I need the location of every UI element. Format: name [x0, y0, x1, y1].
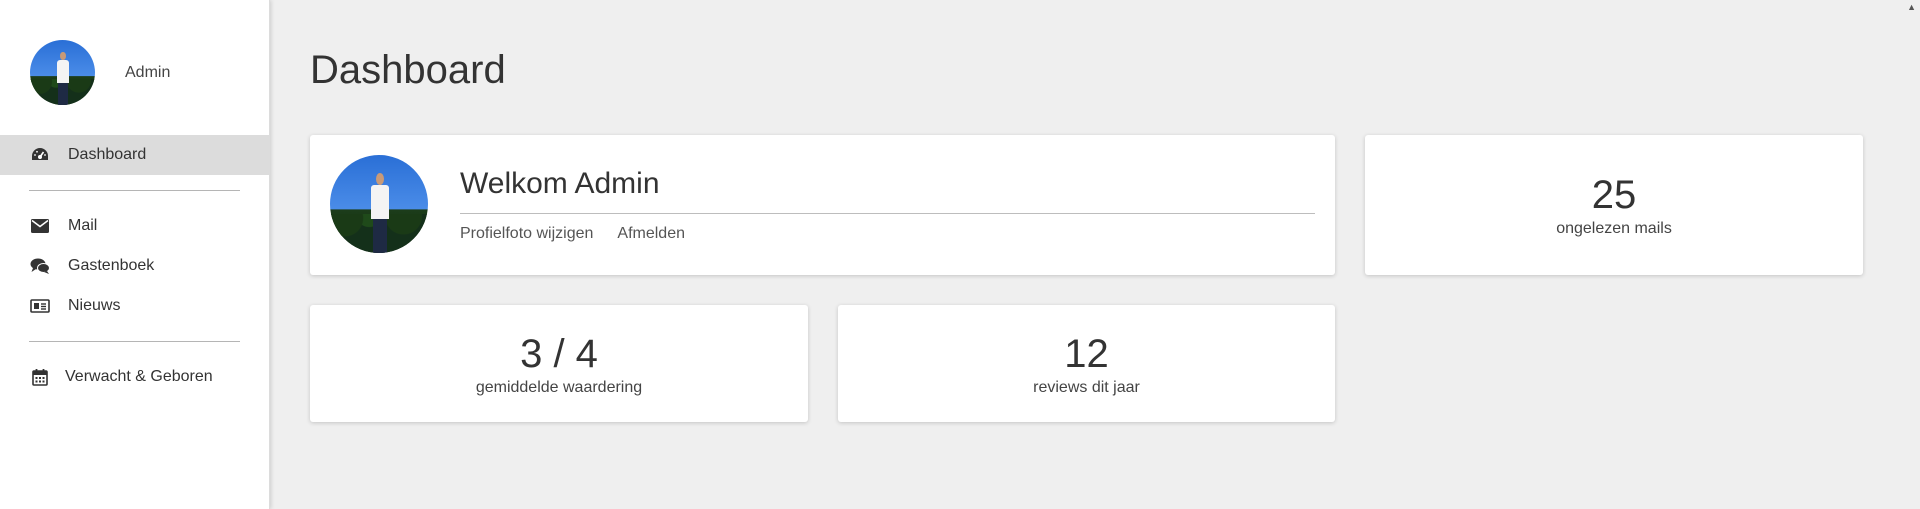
sidebar-item-nieuws[interactable]: Nieuws — [0, 286, 270, 326]
sidebar-divider — [29, 190, 240, 191]
sidebar-item-label: Dashboard — [68, 146, 147, 163]
avatar[interactable] — [330, 155, 428, 253]
profile-name: Admin — [125, 63, 171, 81]
comments-icon — [29, 256, 51, 276]
envelope-icon — [29, 216, 51, 236]
welcome-title: Welkom Admin — [460, 167, 660, 200]
calendar-icon — [29, 367, 51, 387]
stat-value: 3 / 4 — [520, 331, 598, 376]
sidebar-item-dashboard[interactable]: Dashboard — [0, 135, 270, 175]
stat-value: 12 — [1064, 331, 1109, 376]
sidebar-item-label: Nieuws — [68, 297, 121, 314]
change-profile-photo-link[interactable]: Profielfoto wijzigen — [460, 225, 593, 243]
dashboard-gauge-icon — [29, 145, 51, 165]
sidebar-item-label: Gastenboek — [68, 257, 155, 274]
welcome-divider — [460, 213, 1315, 214]
sidebar: Admin Dashboard Mail Gastenboek Nieuws V… — [0, 0, 270, 509]
newspaper-icon — [29, 296, 51, 316]
page-title: Dashboard — [310, 48, 506, 92]
sidebar-profile[interactable]: Admin — [30, 40, 170, 105]
sidebar-item-label: Mail — [68, 217, 98, 234]
scroll-up-arrow-icon[interactable]: ▲ — [1907, 2, 1916, 12]
stat-value: 25 — [1591, 173, 1637, 217]
logout-link[interactable]: Afmelden — [617, 225, 685, 243]
average-rating-card[interactable]: 3 / 4 gemiddelde waardering — [310, 305, 808, 422]
unread-mails-card[interactable]: 25 ongelezen mails — [1365, 135, 1863, 275]
sidebar-item-label: Verwacht & Geboren — [65, 368, 213, 385]
welcome-card: Welkom Admin Profielfoto wijzigen Afmeld… — [310, 135, 1335, 275]
avatar[interactable] — [30, 40, 95, 105]
stat-label: reviews dit jaar — [1033, 378, 1140, 396]
stat-label: gemiddelde waardering — [475, 378, 643, 396]
sidebar-item-gastenboek[interactable]: Gastenboek — [0, 246, 270, 286]
sidebar-item-mail[interactable]: Mail — [0, 206, 270, 246]
sidebar-divider — [29, 341, 240, 342]
reviews-this-year-card[interactable]: 12 reviews dit jaar — [838, 305, 1335, 422]
sidebar-item-verwacht-geboren[interactable]: Verwacht & Geboren — [0, 357, 270, 397]
stat-label: ongelezen mails — [1556, 220, 1672, 237]
